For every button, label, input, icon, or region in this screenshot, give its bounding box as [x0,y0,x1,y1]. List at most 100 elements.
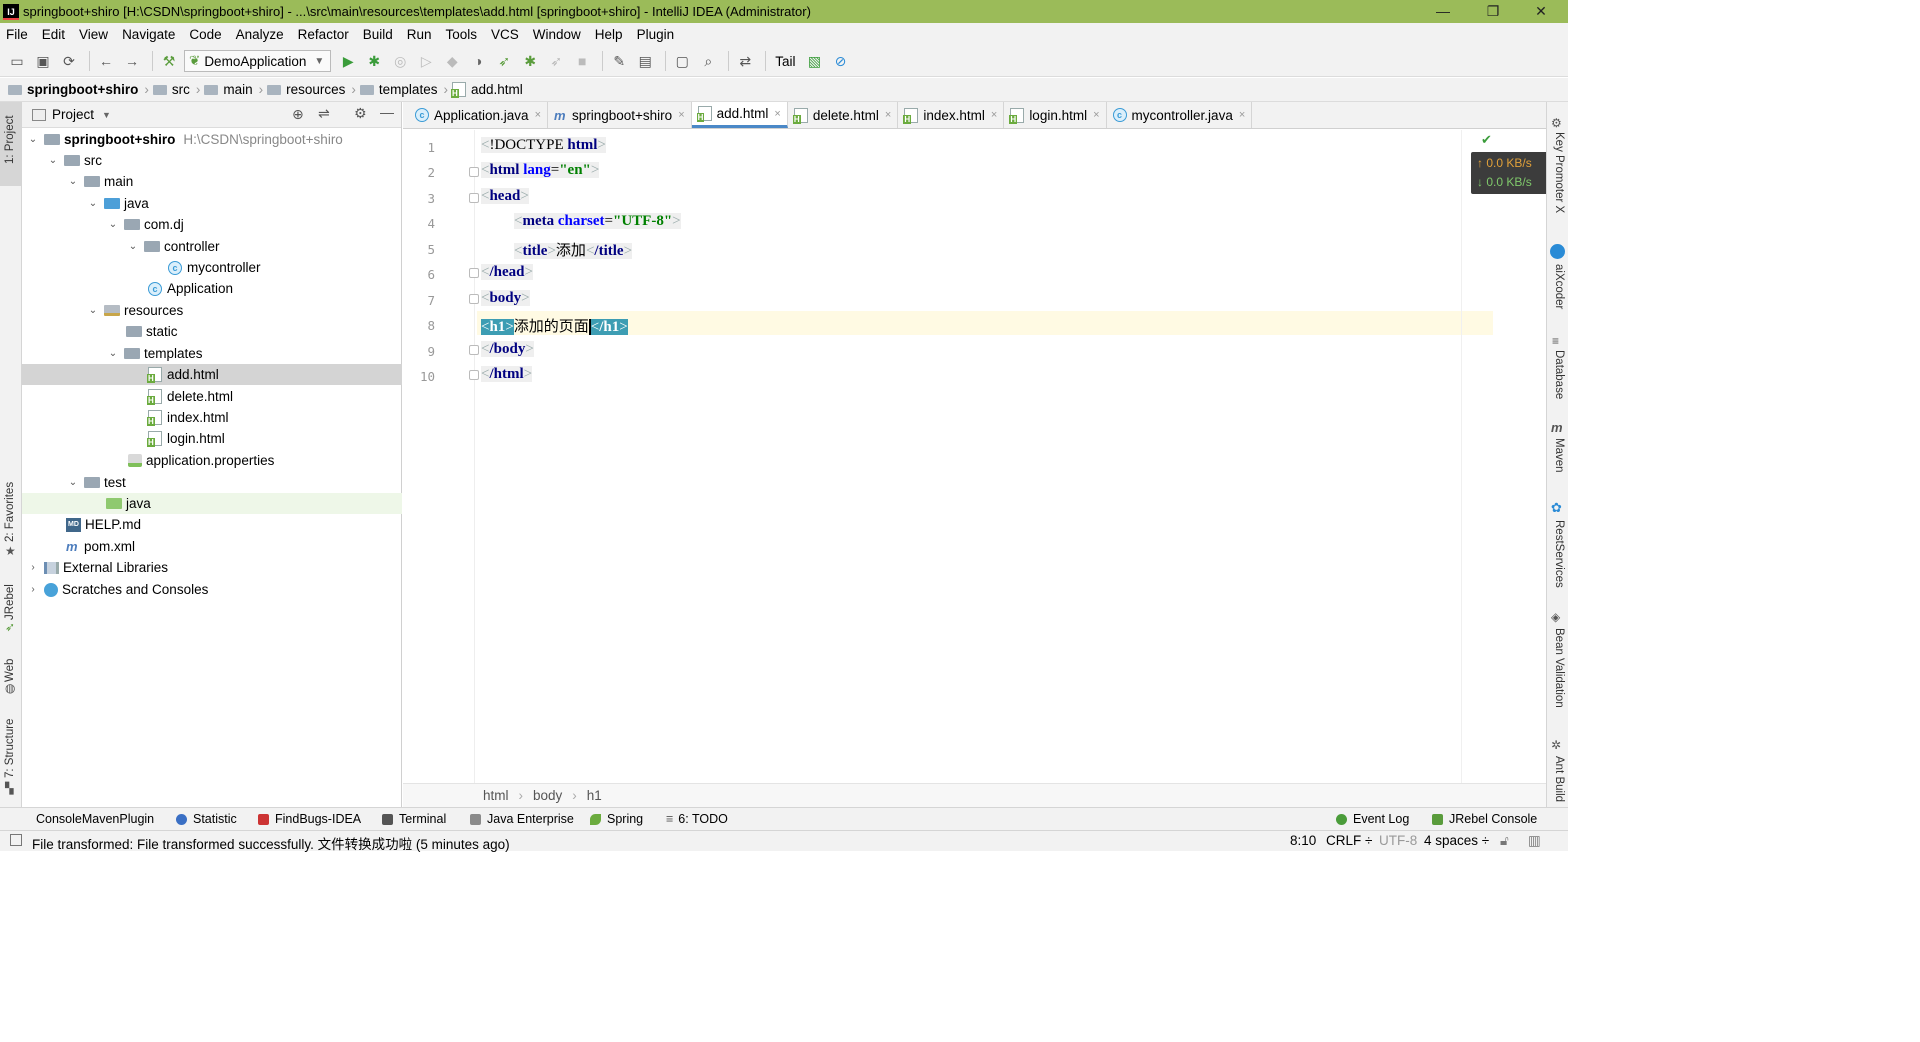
menu-tools[interactable]: Tools [446,27,478,42]
sync-icon[interactable]: ⟳ [58,50,80,72]
tree-item-test[interactable]: ⌄ test [22,472,402,493]
menu-build[interactable]: Build [363,27,393,42]
close-tab-icon[interactable]: × [1093,109,1099,121]
nav-crumb-templates[interactable]: templates › [359,82,448,97]
favorites-tool-button[interactable]: 2: Favorites [4,482,16,542]
tree-item-help-md[interactable]: MD HELP.md [22,514,402,535]
caret-position[interactable]: 8:10 [1290,833,1316,848]
statistic-button[interactable]: Statistic [176,812,237,826]
debug-icon[interactable]: ✱ [363,50,385,72]
back-icon[interactable]: ← [95,50,117,72]
fold-marker-icon[interactable] [469,294,479,304]
tree-item-test-java[interactable]: java [22,493,402,514]
memory-indicator-icon[interactable]: ▥ [1528,833,1541,849]
breadcrumb-item-body[interactable]: body [533,788,562,803]
fold-marker-icon[interactable] [469,167,479,177]
chevron-down-icon[interactable]: ⌄ [66,176,80,187]
nav-crumb-project[interactable]: springboot+shiro › [8,82,149,97]
web-tool-button[interactable]: Web [4,659,16,682]
tab-add-html[interactable]: add.html × [691,102,788,128]
restservices-tool-button[interactable]: RestServices [1553,520,1565,588]
nav-crumb-src[interactable]: src › [152,82,200,97]
chevron-down-icon[interactable]: ⌄ [106,219,120,230]
fold-marker-icon[interactable] [469,268,479,278]
tree-item-com-dj[interactable]: ⌄ com.dj [22,214,402,235]
tab-delete-html[interactable]: delete.html × [788,102,899,128]
tree-item-application-properties[interactable]: application.properties [22,450,402,471]
breadcrumb-item-html[interactable]: html [483,788,509,803]
tree-item-application[interactable]: c Application [22,278,402,299]
restore-button[interactable]: ❐ [1470,0,1516,23]
maven-tool-button[interactable]: Maven [1553,438,1565,473]
jrebel-tool-button[interactable]: JRebel [4,584,16,620]
tree-item-add-html[interactable]: add.html [22,364,402,385]
java-enterprise-button[interactable]: Java Enterprise [470,812,574,826]
project-view-select[interactable]: Project [52,107,94,122]
wrench-icon[interactable]: ✎ [608,50,630,72]
tab-index-html[interactable]: index.html × [898,102,1005,128]
gear-icon[interactable]: ⚙ [354,105,367,122]
chevron-down-icon[interactable]: ⌄ [86,305,100,316]
jrebel-console-button[interactable]: JRebel Console [1432,812,1537,826]
stop-icon[interactable]: ■ [571,50,593,72]
tree-item-project-root[interactable]: ⌄ springboot+shiro H:\CSDN\springboot+sh… [22,129,402,150]
nav-crumb-main[interactable]: main › [204,82,263,97]
tab-login-html[interactable]: login.html × [1004,102,1107,128]
indent-select[interactable]: 4 spaces ÷ [1424,833,1489,848]
status-message[interactable]: File transformed: File transformed succe… [32,833,510,853]
attach-icon[interactable]: ◆ [441,50,463,72]
tree-item-index-html[interactable]: index.html [22,407,402,428]
build-hammer-icon[interactable]: ⚒ [158,50,180,72]
collapse-all-icon[interactable]: ⇌ [318,105,330,122]
menu-run[interactable]: Run [407,27,432,42]
chevron-down-icon[interactable]: ⌄ [66,477,80,488]
tree-item-external-libraries[interactable]: › External Libraries [22,557,402,578]
chevron-down-icon[interactable]: ▼ [102,110,111,120]
database-tool-button[interactable]: Database [1553,350,1565,399]
encoding-select[interactable]: UTF-8 [1379,833,1417,848]
aixcoder-tool-button[interactable]: aiXcoder [1553,264,1565,309]
open-folder-icon[interactable]: ▭ [6,50,28,72]
tree-item-java[interactable]: ⌄ java [22,193,402,214]
menu-help[interactable]: Help [595,27,623,42]
tab-application-java[interactable]: c Application.java × [409,102,548,128]
ant-build-tool-button[interactable]: Ant Build [1553,756,1565,802]
menu-edit[interactable]: Edit [42,27,65,42]
forward-icon[interactable]: → [121,50,143,72]
spring-button[interactable]: Spring [590,812,643,826]
event-log-button[interactable]: Event Log [1336,812,1409,826]
tree-item-resources[interactable]: ⌄ resources [22,300,402,321]
chevron-down-icon[interactable]: ⌄ [106,348,120,359]
tree-item-controller[interactable]: ⌄ controller [22,236,402,257]
nav-crumb-resources[interactable]: resources › [267,82,356,97]
close-button[interactable]: ✕ [1518,0,1564,23]
close-tab-icon[interactable]: × [535,109,541,121]
fold-marker-icon[interactable] [469,193,479,203]
structure-tool-button[interactable]: 7: Structure [4,719,16,778]
close-tab-icon[interactable]: × [885,109,891,121]
tree-item-mycontroller[interactable]: c mycontroller [22,257,402,278]
line-separator-select[interactable]: CRLF ÷ [1326,833,1372,848]
todo-button[interactable]: ≡ 6: TODO [666,812,728,826]
project-tool-button[interactable]: 1: Project [4,115,16,164]
run-icon[interactable]: ▶ [337,50,359,72]
statistic-chart-icon[interactable]: ▧ [804,50,826,72]
locate-icon[interactable]: ⊕ [292,106,304,123]
tree-item-pom-xml[interactable]: m pom.xml [22,536,402,557]
code-editor[interactable]: 1 2 3 4 5 6 7 8 9 10 <!DOCTYPE html> <ht… [403,130,1546,783]
key-promoter-tool-button[interactable]: Key Promoter X [1553,132,1565,213]
bean-validation-tool-button[interactable]: Bean Validation [1553,628,1565,708]
jrebel-run-icon[interactable]: ➶ [493,50,515,72]
menu-analyze[interactable]: Analyze [236,27,284,42]
menu-window[interactable]: Window [533,27,581,42]
save-icon[interactable]: ▣ [32,50,54,72]
chevron-down-icon[interactable]: ⌄ [46,155,60,166]
chevron-right-icon[interactable]: › [26,562,40,573]
status-toggle-icon[interactable] [10,834,22,846]
chevron-right-icon[interactable]: › [26,584,40,595]
tree-item-delete-html[interactable]: delete.html [22,386,402,407]
close-tab-icon[interactable]: × [991,109,997,121]
disable-icon[interactable]: ⊘ [830,50,852,72]
tree-item-src[interactable]: ⌄ src [22,150,402,171]
tree-item-scratches[interactable]: › Scratches and Consoles [22,579,402,600]
